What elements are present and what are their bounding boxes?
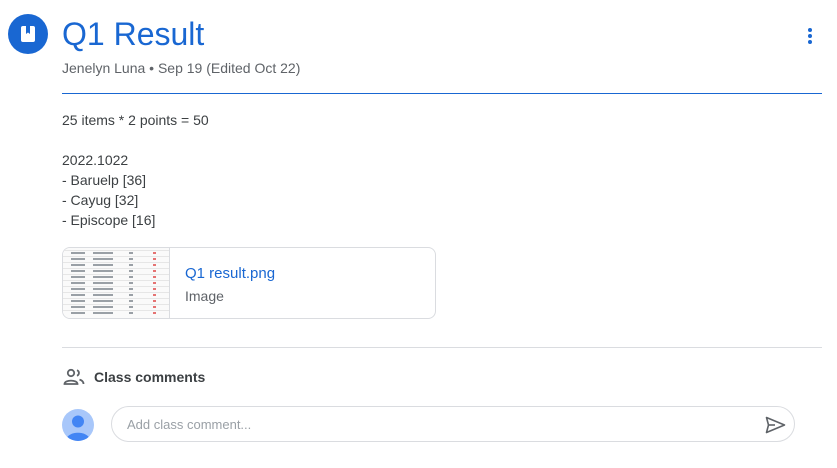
people-icon	[63, 368, 85, 385]
avatar	[62, 409, 94, 441]
body-line	[62, 130, 209, 150]
more-options-button[interactable]	[796, 22, 824, 50]
attachment-name[interactable]: Q1 result.png	[185, 264, 275, 284]
assignment-icon	[8, 14, 48, 54]
user-avatar-icon	[66, 415, 90, 441]
post-body: 25 items * 2 points = 50 2022.1022 - Bar…	[62, 110, 209, 230]
body-line: 2022.1022	[62, 152, 129, 168]
send-icon	[765, 416, 785, 434]
post-meta: Jenelyn Luna • Sep 19 (Edited Oct 22)	[62, 60, 301, 76]
post-title: Q1 Result	[62, 16, 205, 52]
attachment-type: Image	[185, 288, 224, 304]
class-comments-header: Class comments	[62, 365, 205, 389]
more-vert-icon	[808, 28, 812, 44]
attachment-card[interactable]: Q1 result.png Image	[62, 247, 436, 319]
body-line: - Baruelp [36]	[62, 172, 147, 188]
body-line: - Cayug [32]	[62, 192, 139, 208]
class-comment-input[interactable]	[111, 406, 795, 442]
section-divider	[62, 347, 822, 348]
body-line: 25 items * 2 points = 50	[62, 112, 209, 128]
attachment-thumbnail	[63, 248, 170, 318]
body-line: - Episcope [16]	[62, 212, 156, 228]
class-comments-label: Class comments	[94, 369, 206, 385]
title-divider	[62, 93, 822, 94]
send-comment-button[interactable]	[763, 414, 787, 436]
